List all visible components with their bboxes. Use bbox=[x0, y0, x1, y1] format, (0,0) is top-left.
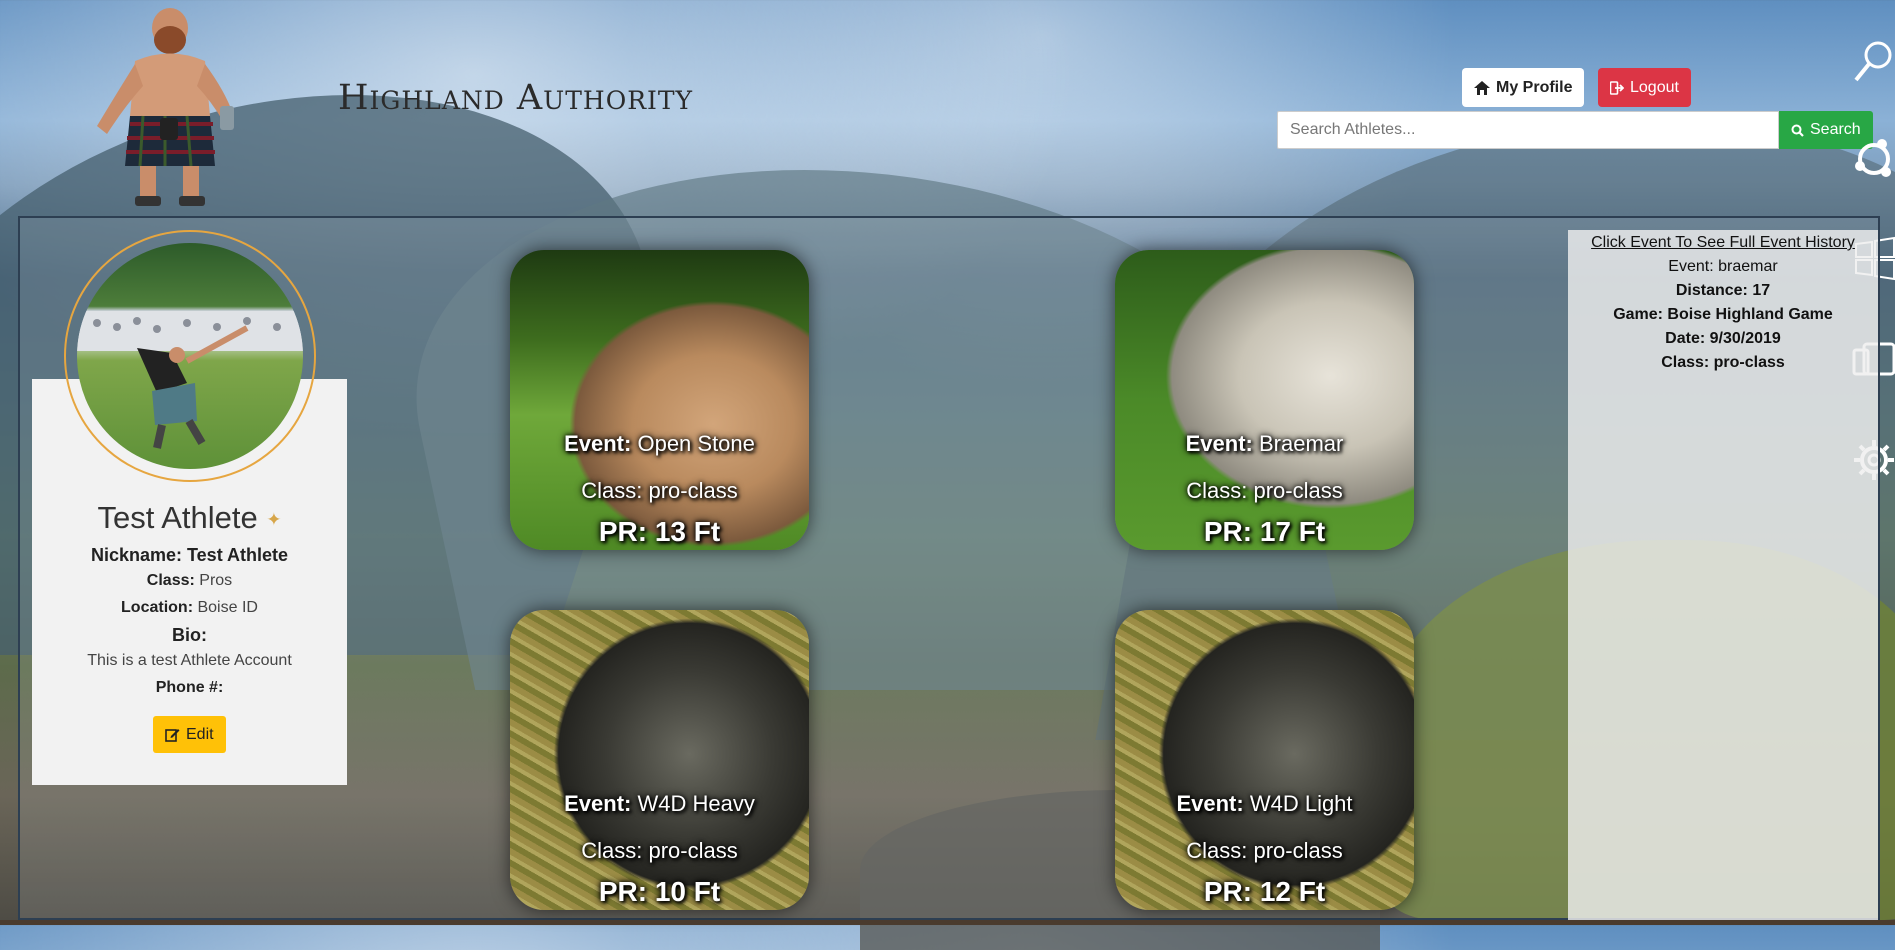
weight-photo bbox=[1115, 610, 1414, 910]
event-card-w4d-heavy[interactable]: Event: W4D Heavy Class: pro-class PR: 10… bbox=[510, 610, 809, 910]
event-label: Event: bbox=[1185, 431, 1253, 456]
bio-text: This is a test Athlete Account bbox=[87, 652, 292, 669]
nickname-label: Nickname: bbox=[90, 545, 182, 565]
event-class: Class: pro-class bbox=[581, 478, 738, 503]
event-class: Class: pro-class bbox=[581, 838, 738, 863]
home-icon bbox=[1474, 80, 1490, 95]
event-pr: PR: 17 Ft bbox=[1203, 516, 1326, 547]
event-name: W4D Heavy bbox=[637, 791, 755, 816]
avatar-ring bbox=[64, 230, 316, 482]
event-card-w4d-light[interactable]: Event: W4D Light Class: pro-class PR: 12… bbox=[1115, 610, 1414, 910]
medal-icon: ✦ bbox=[266, 509, 282, 530]
stone-photo bbox=[1115, 250, 1414, 550]
event-class: Class: pro-class bbox=[1186, 478, 1343, 503]
history-class: Class: pro-class bbox=[1661, 354, 1785, 371]
logout-label: Logout bbox=[1630, 78, 1679, 96]
location-row: Location: Boise ID bbox=[32, 599, 347, 617]
event-name-row: Event: Open Stone bbox=[510, 431, 809, 457]
class-value: Pros bbox=[199, 572, 233, 589]
class-row: Class: Pros bbox=[32, 572, 347, 590]
athlete-name: Test Athlete bbox=[97, 500, 258, 535]
history-distance: Distance: 17 bbox=[1675, 282, 1771, 299]
phone-row: Phone #: bbox=[32, 679, 347, 697]
event-label: Event: bbox=[1176, 791, 1244, 816]
full-history-link[interactable]: Click Event To See Full Event History bbox=[1568, 230, 1878, 255]
edit-icon bbox=[165, 729, 180, 742]
brand-title[interactable]: Highland Authority bbox=[338, 78, 693, 118]
class-label: Class: bbox=[146, 572, 195, 589]
bio-row: Bio: bbox=[32, 625, 347, 646]
highlander-logo bbox=[97, 8, 234, 206]
nickname-value: Test Athlete bbox=[187, 545, 289, 565]
bottom-strip bbox=[0, 920, 1895, 925]
my-profile-label: My Profile bbox=[1496, 78, 1573, 96]
athlete-name-row: Test Athlete ✦ bbox=[32, 500, 347, 536]
event-card-braemar[interactable]: Event: Braemar Class: pro-class PR: 17 F… bbox=[1115, 250, 1414, 550]
sign-out-icon bbox=[1610, 80, 1624, 95]
avatar bbox=[77, 243, 303, 469]
event-name-row: Event: W4D Heavy bbox=[510, 791, 809, 817]
location-value: Boise ID bbox=[197, 599, 258, 616]
event-pr: PR: 13 Ft bbox=[598, 516, 721, 547]
event-pr: PR: 10 Ft bbox=[598, 876, 721, 907]
event-class: Class: pro-class bbox=[1186, 838, 1343, 863]
location-label: Location: bbox=[121, 599, 194, 616]
event-name-row: Event: Braemar bbox=[1115, 431, 1414, 457]
edit-profile-button[interactable]: Edit bbox=[153, 716, 226, 753]
search-icon bbox=[1791, 124, 1804, 137]
share-icon[interactable] bbox=[1852, 136, 1895, 182]
bio-label: Bio: bbox=[172, 625, 207, 645]
event-label: Event: bbox=[564, 791, 632, 816]
athlete-photo bbox=[77, 311, 303, 449]
nickname-row: Nickname: Test Athlete bbox=[32, 545, 347, 566]
weight-photo bbox=[510, 610, 809, 910]
event-label: Event: bbox=[564, 431, 632, 456]
event-history-panel: Click Event To See Full Event History Ev… bbox=[1568, 230, 1878, 920]
history-event: Event: braemar bbox=[1668, 258, 1778, 275]
logout-button[interactable]: Logout bbox=[1598, 68, 1691, 107]
event-name-row: Event: W4D Light bbox=[1115, 791, 1414, 817]
history-date: Date: 9/30/2019 bbox=[1665, 330, 1781, 347]
my-profile-button[interactable]: My Profile bbox=[1462, 68, 1585, 107]
history-game: Game: Boise Highland Game bbox=[1613, 306, 1833, 323]
magnifier-icon[interactable] bbox=[1852, 38, 1895, 84]
edit-label: Edit bbox=[186, 725, 214, 743]
event-pr: PR: 12 Ft bbox=[1203, 876, 1326, 907]
event-name: W4D Light bbox=[1249, 791, 1353, 816]
stone-photo bbox=[510, 250, 809, 550]
event-card-open-stone[interactable]: Event: Open Stone Class: pro-class PR: 1… bbox=[510, 250, 809, 550]
event-name: Open Stone bbox=[637, 431, 755, 456]
search-athletes-input[interactable] bbox=[1277, 111, 1779, 149]
event-name: Braemar bbox=[1259, 431, 1344, 456]
phone-label: Phone #: bbox=[155, 679, 224, 696]
